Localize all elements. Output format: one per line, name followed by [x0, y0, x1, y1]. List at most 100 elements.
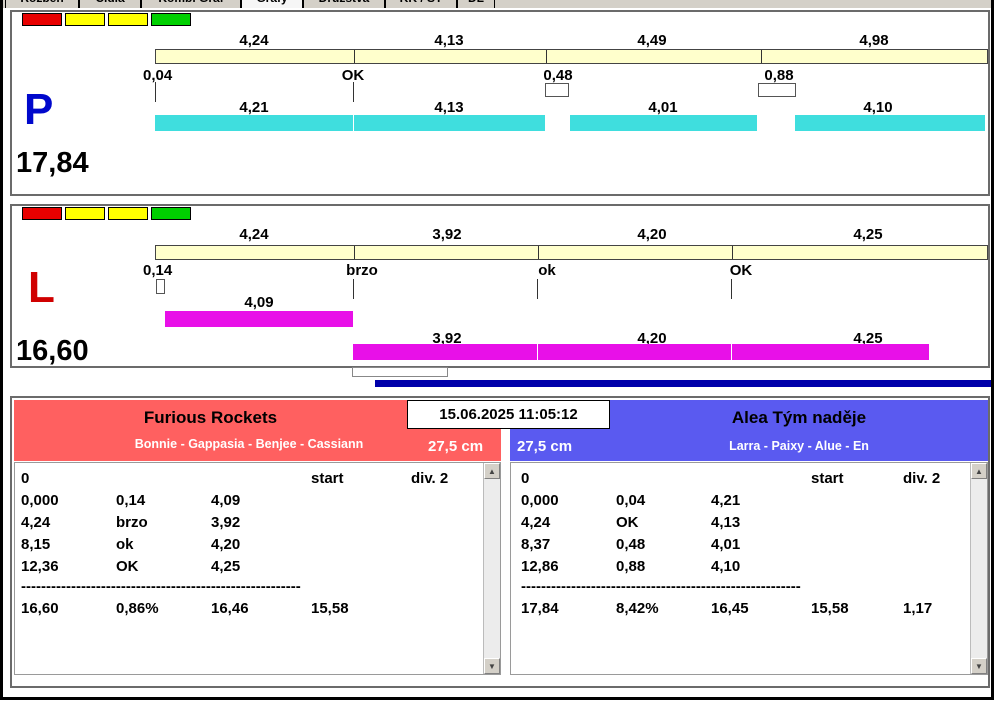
table-cell: 0 — [521, 470, 530, 487]
table-cell: 4,24 — [21, 514, 51, 531]
table-cell: brzo — [116, 514, 148, 531]
split-time: 4,25 — [853, 226, 883, 243]
bar-divider — [546, 50, 547, 63]
change-marker: brzo — [346, 262, 378, 279]
table-cell: 8,37 — [521, 536, 551, 553]
table-cell: 4,24 — [521, 514, 551, 531]
light-red-icon — [22, 13, 62, 26]
table-cell: OK — [616, 514, 639, 531]
table-cell: OK — [116, 558, 139, 575]
change-marker: 0,88 — [764, 67, 794, 84]
tab-grafy[interactable]: Grafy — [241, 0, 303, 8]
results-table-left[interactable]: 0 start div. 2 0,000 0,14 4,09 4,24 brzo… — [14, 462, 501, 675]
light-yellow-icon — [108, 207, 148, 220]
tab-dl[interactable]: DL — [457, 0, 495, 8]
bar-divider — [538, 246, 539, 259]
right-jump-height: 27,5 cm — [517, 438, 573, 455]
dog-run-bar — [155, 115, 353, 131]
tab-druzstva[interactable]: Družstva — [303, 0, 385, 8]
table-cell: 4,13 — [711, 514, 741, 531]
split-time: 4,24 — [239, 226, 269, 243]
marker-tick — [537, 279, 538, 299]
scroll-down-icon[interactable]: ▼ — [484, 658, 500, 674]
dog-run-bar — [354, 115, 545, 131]
table-cell: 0,14 — [116, 492, 146, 509]
left-team-dogs: Bonnie - Gappasia - Benjee - Cassiann — [134, 437, 364, 451]
table-cell: 0,000 — [21, 492, 59, 509]
table-cell: ok — [116, 536, 134, 553]
race-progress-bar — [375, 380, 991, 387]
lane-l-panel: 4,24 3,92 4,20 4,25 0,14 brzo ok OK 4,09… — [10, 204, 990, 368]
lane-p-total-time: 17,84 — [16, 147, 89, 179]
bar-divider — [537, 344, 538, 360]
dog-run-bar — [353, 344, 929, 360]
lane-l-total-time: 16,60 — [16, 335, 89, 367]
marker-tick — [353, 279, 354, 299]
table-cell: 4,10 — [711, 558, 741, 575]
summary-cell: 16,60 — [21, 600, 59, 617]
summary-cell: 15,58 — [811, 600, 849, 617]
start-lights-p — [22, 13, 191, 26]
light-green-icon — [151, 207, 191, 220]
results-table-right[interactable]: 0 start div. 2 0,000 0,04 4,21 4,24 OK 4… — [510, 462, 988, 675]
tab-kombi-graf[interactable]: Kombi Graf — [141, 0, 241, 8]
scrollbar[interactable]: ▲ ▼ — [970, 463, 987, 674]
start-marker: 0,14 — [143, 262, 173, 279]
split-time: 4,13 — [434, 32, 464, 49]
split-bar-l — [155, 245, 988, 260]
dog-time: 4,10 — [863, 99, 893, 116]
right-team-name: Alea Tým naděje — [731, 408, 867, 427]
summary-cell: 17,84 — [521, 600, 559, 617]
left-team-name: Furious Rockets — [143, 408, 278, 427]
table-cell: 0,88 — [616, 558, 646, 575]
dog-time: 4,13 — [434, 99, 464, 116]
dog-time: 4,09 — [244, 294, 274, 311]
scrollbar[interactable]: ▲ ▼ — [483, 463, 500, 674]
gap-box — [156, 279, 165, 294]
tab-kk-st[interactable]: KK / ST — [385, 0, 457, 8]
scroll-down-icon[interactable]: ▼ — [971, 658, 987, 674]
table-cell: start — [811, 470, 844, 487]
light-green-icon — [151, 13, 191, 26]
table-cell: div. 2 — [411, 470, 449, 487]
table-cell: 0,48 — [616, 536, 646, 553]
table-cell: 8,15 — [21, 536, 51, 553]
table-cell: start — [311, 470, 344, 487]
lane-letter-l: L — [28, 263, 55, 312]
scroll-up-icon[interactable]: ▲ — [484, 463, 500, 479]
summary-cell: 16,46 — [211, 600, 249, 617]
summary-cell: 0,86% — [116, 600, 159, 617]
lane-letter-p: P — [24, 85, 54, 134]
table-cell: 4,20 — [211, 536, 241, 553]
table-cell: div. 2 — [903, 470, 941, 487]
table-separator: ----------------------------------------… — [21, 578, 301, 595]
scroll-thumb-box[interactable] — [352, 367, 448, 377]
lane-p-panel: 4,24 4,13 4,49 4,98 0,04 OK 0,48 0,88 4,… — [10, 10, 990, 196]
left-jump-height: 27,5 cm — [428, 438, 484, 455]
bar-divider — [732, 246, 733, 259]
dog-run-bar — [570, 115, 757, 131]
summary-cell: 15,58 — [311, 600, 349, 617]
change-marker: OK — [729, 262, 753, 279]
bar-divider — [761, 50, 762, 63]
summary-cell: 8,42% — [616, 600, 659, 617]
split-time: 4,98 — [859, 32, 889, 49]
light-yellow-icon — [65, 13, 105, 26]
table-separator: ----------------------------------------… — [521, 578, 801, 595]
results-section: 15.06.2025 11:05:12 Furious Rockets Bonn… — [10, 396, 990, 688]
tab-cidla[interactable]: Čidla — [79, 0, 141, 8]
change-marker: ok — [538, 262, 556, 279]
light-yellow-icon — [108, 13, 148, 26]
table-cell: 3,92 — [211, 514, 241, 531]
summary-cell: 16,45 — [711, 600, 749, 617]
scroll-up-icon[interactable]: ▲ — [971, 463, 987, 479]
dog-run-bar — [795, 115, 985, 131]
split-time: 4,20 — [637, 226, 667, 243]
table-cell: 12,36 — [21, 558, 59, 575]
summary-cell: 1,17 — [903, 600, 933, 617]
tab-rozbeh[interactable]: Rozběh — [5, 0, 79, 8]
start-lights-l — [22, 207, 191, 220]
light-red-icon — [22, 207, 62, 220]
tab-bar: Rozběh Čidla Kombi Graf Grafy Družstva K… — [5, 0, 495, 8]
table-cell: 4,09 — [211, 492, 241, 509]
